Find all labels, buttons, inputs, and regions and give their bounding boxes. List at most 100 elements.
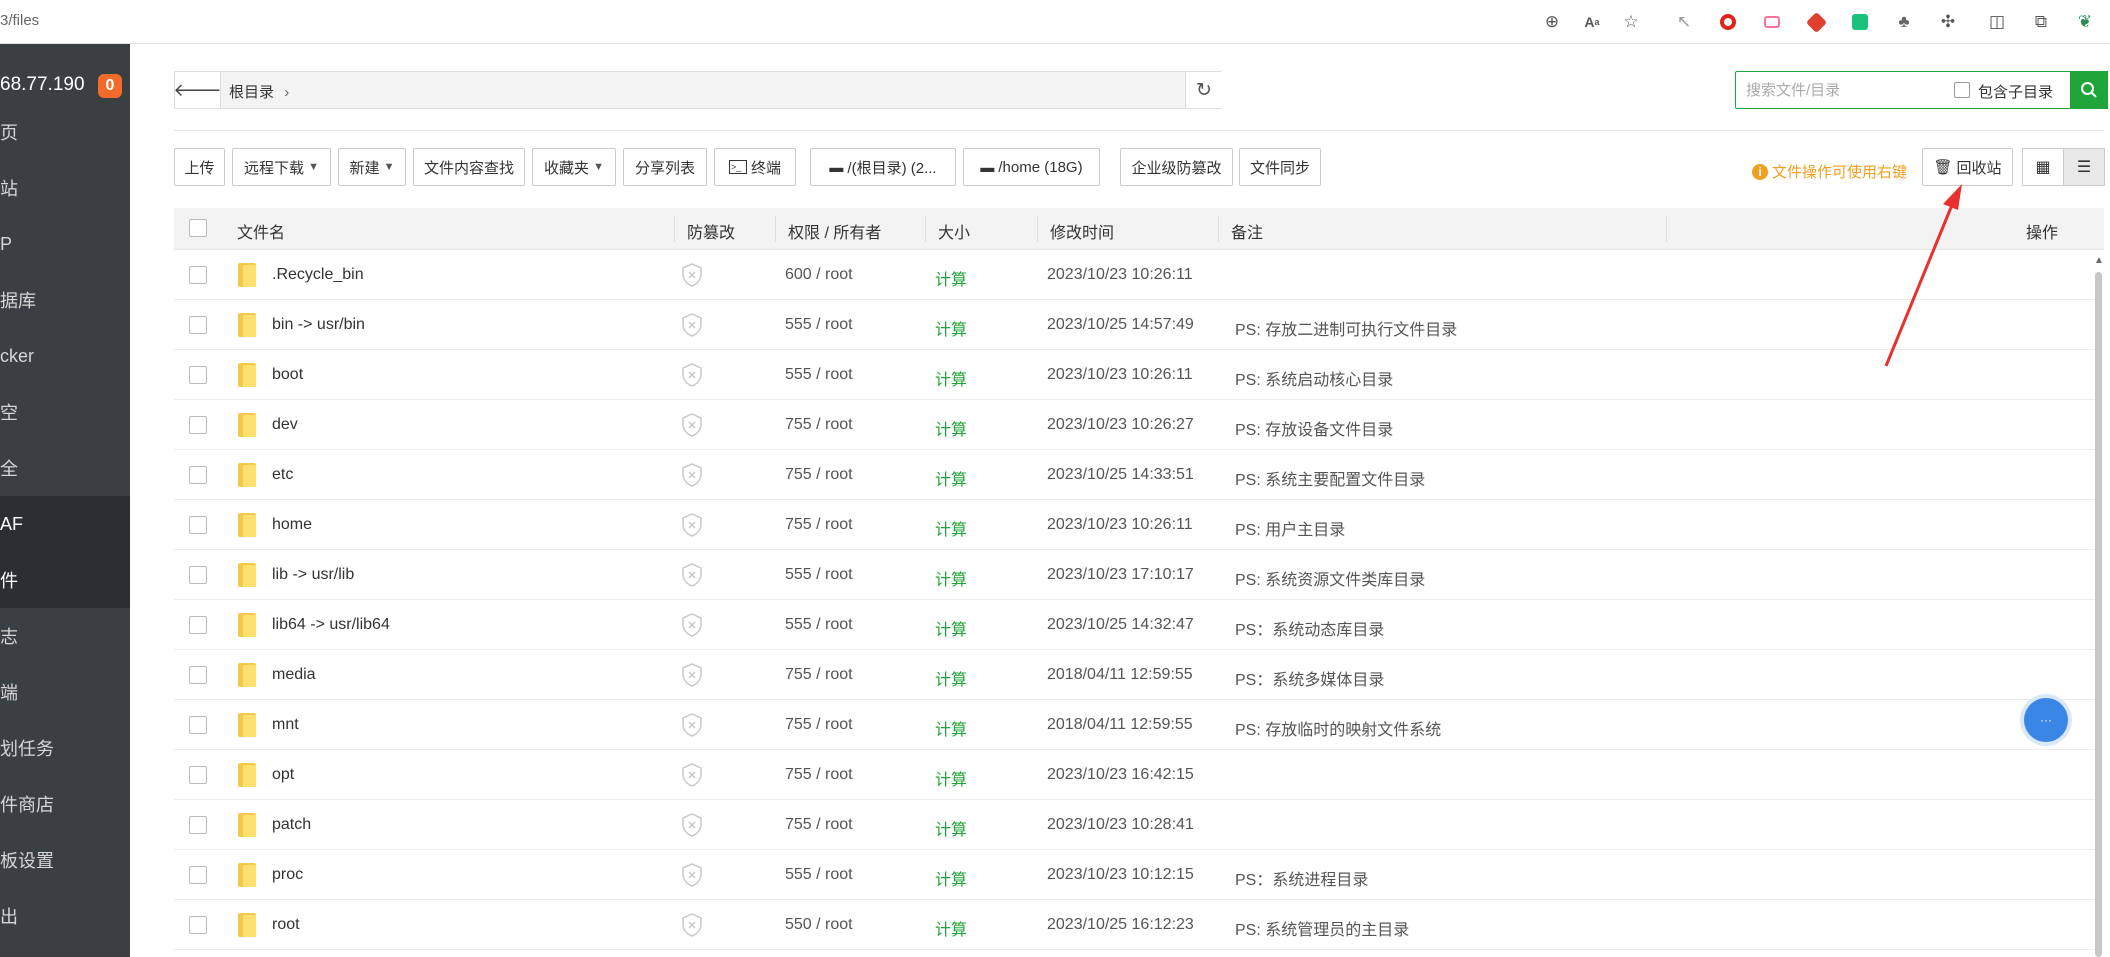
- floating-assistant-button[interactable]: ···: [2024, 698, 2068, 742]
- column-divider[interactable]: [925, 216, 926, 242]
- file-note[interactable]: PS: 存放设备文件目录: [1235, 416, 1393, 440]
- chatgpt-icon[interactable]: [1849, 11, 1871, 33]
- bilibili-icon[interactable]: [1761, 11, 1783, 33]
- split-screen-icon[interactable]: ◫: [1986, 11, 2008, 33]
- sidebar-item-app-store[interactable]: 件商店: [0, 776, 130, 832]
- column-name[interactable]: 文件名: [237, 219, 285, 243]
- content-search-button[interactable]: 文件内容查找: [413, 148, 525, 186]
- sidebar-item-cron[interactable]: 划任务: [0, 720, 130, 776]
- calculate-size-link[interactable]: 计算: [935, 716, 967, 740]
- sidebar-item-docker[interactable]: cker: [0, 328, 130, 384]
- back-button[interactable]: 🡐: [173, 72, 222, 108]
- calculate-size-link[interactable]: 计算: [935, 516, 967, 540]
- path-bar[interactable]: 🡐 根目录 › ↻: [173, 71, 1222, 109]
- row-checkbox[interactable]: [189, 366, 207, 384]
- recycle-bin-button[interactable]: 🗑 回收站: [1922, 148, 2013, 186]
- shield-off-icon[interactable]: [682, 363, 702, 387]
- file-name[interactable]: root: [272, 916, 300, 934]
- scroll-up-arrow[interactable]: ▲: [2094, 255, 2104, 266]
- row-checkbox[interactable]: [189, 266, 207, 284]
- opera-icon[interactable]: [1717, 11, 1739, 33]
- permission-owner[interactable]: 755 / root: [785, 666, 853, 684]
- table-row[interactable]: patch 755 / root 计算 2023/10/23 10:28:41: [174, 800, 2098, 850]
- table-row[interactable]: opt 755 / root 计算 2023/10/23 16:42:15: [174, 750, 2098, 800]
- file-name[interactable]: proc: [272, 866, 303, 884]
- column-divider[interactable]: [674, 216, 675, 242]
- row-checkbox[interactable]: [189, 466, 207, 484]
- shield-off-icon[interactable]: [682, 713, 702, 737]
- shield-off-icon[interactable]: [682, 613, 702, 637]
- column-permission[interactable]: 权限 / 所有者: [788, 219, 881, 243]
- table-row[interactable]: mnt 755 / root 计算 2018/04/11 12:59:55 PS: 存放…: [174, 700, 2098, 750]
- shield-off-icon[interactable]: [682, 463, 702, 487]
- grid-view-button[interactable]: ▦: [2022, 148, 2064, 186]
- sidebar-item-terminal[interactable]: 端: [0, 664, 130, 720]
- file-name[interactable]: media: [272, 666, 316, 684]
- sidebar-item-database[interactable]: 据库: [0, 272, 130, 328]
- tamper-proof-button[interactable]: 企业级防篡改: [1120, 148, 1233, 186]
- row-checkbox[interactable]: [189, 316, 207, 334]
- refresh-button[interactable]: ↻: [1185, 72, 1222, 108]
- permission-owner[interactable]: 555 / root: [785, 566, 853, 584]
- row-checkbox[interactable]: [189, 816, 207, 834]
- sidebar-item-files[interactable]: 件: [0, 552, 130, 608]
- file-name[interactable]: etc: [272, 466, 293, 484]
- sidebar-item-security[interactable]: 全: [0, 440, 130, 496]
- permission-owner[interactable]: 555 / root: [785, 366, 853, 384]
- permission-owner[interactable]: 600 / root: [785, 266, 853, 284]
- row-checkbox[interactable]: [189, 766, 207, 784]
- permission-owner[interactable]: 550 / root: [785, 916, 853, 934]
- table-row[interactable]: boot 555 / root 计算 2023/10/23 10:26:11 PS: 系…: [174, 350, 2098, 400]
- row-checkbox[interactable]: [189, 416, 207, 434]
- row-checkbox[interactable]: [189, 666, 207, 684]
- permission-owner[interactable]: 555 / root: [785, 866, 853, 884]
- sidebar-item-home[interactable]: 页: [0, 104, 130, 160]
- sidebar-item-logout[interactable]: 出: [0, 888, 130, 944]
- sidebar-item-logs[interactable]: 志: [0, 608, 130, 664]
- file-note[interactable]: PS：系统多媒体目录: [1235, 666, 1384, 690]
- favorite-star-icon[interactable]: ☆: [1620, 11, 1642, 33]
- file-note[interactable]: PS: 系统管理员的主目录: [1235, 916, 1409, 940]
- permission-owner[interactable]: 755 / root: [785, 716, 853, 734]
- shield-off-icon[interactable]: [682, 563, 702, 587]
- shield-off-icon[interactable]: [682, 663, 702, 687]
- calculate-size-link[interactable]: 计算: [935, 616, 967, 640]
- shield-off-icon[interactable]: [682, 513, 702, 537]
- calculate-size-link[interactable]: 计算: [935, 766, 967, 790]
- puzzle-icon[interactable]: ✣: [1937, 11, 1959, 33]
- favorites-button[interactable]: 收藏夹 ▼: [532, 148, 616, 186]
- calculate-size-link[interactable]: 计算: [935, 566, 967, 590]
- permission-owner[interactable]: 755 / root: [785, 466, 853, 484]
- permission-owner[interactable]: 755 / root: [785, 516, 853, 534]
- calculate-size-link[interactable]: 计算: [935, 916, 967, 940]
- calculate-size-link[interactable]: 计算: [935, 266, 967, 290]
- dice-icon[interactable]: [1805, 11, 1827, 33]
- include-subdir-checkbox[interactable]: [1954, 82, 1970, 98]
- file-name[interactable]: opt: [272, 766, 294, 784]
- read-aloud-icon[interactable]: Aa: [1581, 11, 1603, 33]
- file-note[interactable]: PS: 用户主目录: [1235, 516, 1345, 540]
- row-checkbox[interactable]: [189, 716, 207, 734]
- remote-download-button[interactable]: 远程下载 ▼: [232, 148, 331, 186]
- sidebar-item-panel-settings[interactable]: 板设置: [0, 832, 130, 888]
- file-name[interactable]: dev: [272, 416, 298, 434]
- file-name[interactable]: patch: [272, 816, 311, 834]
- file-note[interactable]: PS: 存放临时的映射文件系统: [1235, 716, 1441, 740]
- file-note[interactable]: PS: 系统启动核心目录: [1235, 366, 1393, 390]
- column-divider[interactable]: [1037, 216, 1038, 242]
- address-bar[interactable]: 3/files: [0, 12, 39, 29]
- file-name[interactable]: boot: [272, 366, 303, 384]
- calculate-size-link[interactable]: 计算: [935, 666, 967, 690]
- new-button[interactable]: 新建 ▼: [338, 148, 406, 186]
- breadcrumb[interactable]: 根目录 ›: [229, 81, 289, 102]
- permission-owner[interactable]: 755 / root: [785, 416, 853, 434]
- permission-owner[interactable]: 555 / root: [785, 616, 853, 634]
- sidebar-item-website[interactable]: 站: [0, 160, 130, 216]
- table-row[interactable]: root 550 / root 计算 2023/10/25 16:12:23 PS: 系…: [174, 900, 2098, 950]
- search-button[interactable]: [2070, 71, 2108, 109]
- zoom-icon[interactable]: ⊕: [1541, 11, 1563, 33]
- file-note[interactable]: PS：系统动态库目录: [1235, 616, 1384, 640]
- extensions-menu-icon[interactable]: ❦: [2074, 11, 2096, 33]
- file-name[interactable]: mnt: [272, 716, 299, 734]
- column-divider[interactable]: [1218, 216, 1219, 242]
